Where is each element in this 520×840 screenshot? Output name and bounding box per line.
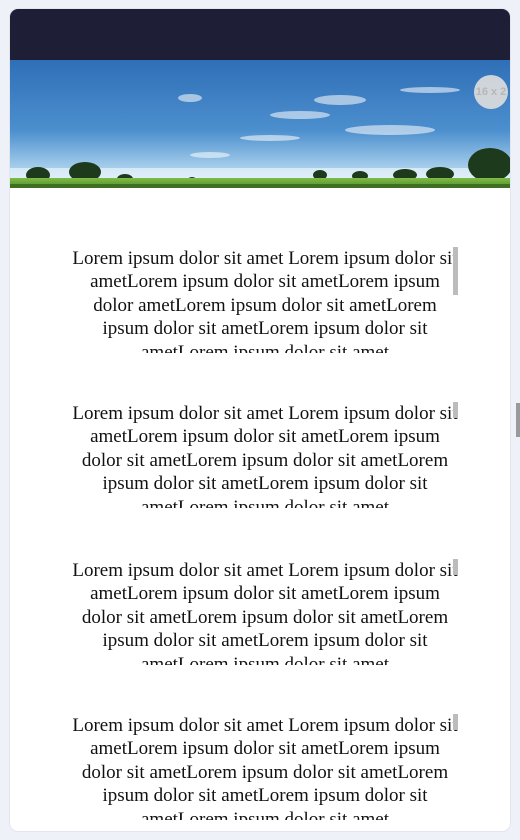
item-scrollbar[interactable]: [453, 247, 458, 295]
list-item: Lorem ipsum dolor sit amet Lorem ipsum d…: [72, 715, 458, 820]
top-bar: [10, 9, 510, 60]
content-card: 16 x 2 Lorem ipsum dolor sit amet Lorem …: [10, 9, 510, 831]
landscape-image: [10, 60, 510, 188]
page-scrollbar[interactable]: [516, 403, 520, 437]
item-scrollbar[interactable]: [453, 714, 458, 730]
list-item: Lorem ipsum dolor sit amet Lorem ipsum d…: [72, 560, 458, 665]
item-scrollbar[interactable]: [453, 559, 458, 575]
banner-image: 16 x 2: [10, 60, 510, 188]
list-item: Lorem ipsum dolor sit amet Lorem ipsum d…: [72, 403, 458, 508]
item-scrollbar[interactable]: [453, 402, 458, 418]
list-item: Lorem ipsum dolor sit amet Lorem ipsum d…: [72, 248, 458, 353]
image-size-badge: 16 x 2: [474, 75, 508, 109]
